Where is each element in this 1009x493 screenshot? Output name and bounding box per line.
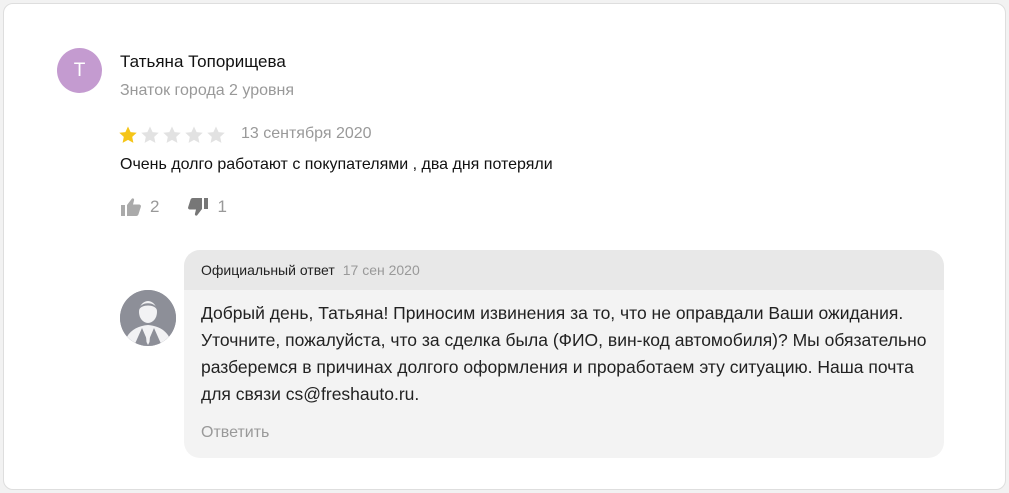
like-count: 2	[150, 197, 160, 216]
business-person-icon	[120, 290, 176, 346]
reply-button[interactable]: Ответить	[201, 424, 269, 442]
review-votes: 2 1	[120, 197, 255, 217]
star-icon	[118, 125, 138, 145]
star-icon	[206, 125, 226, 145]
author-avatar[interactable]: T	[57, 48, 102, 93]
star-icon	[184, 125, 204, 145]
company-avatar	[120, 290, 176, 346]
rating-stars	[118, 125, 228, 145]
official-reply-date: 17 сен 2020	[342, 262, 420, 278]
thumbs-up-icon	[121, 198, 141, 216]
thumbs-down-icon	[188, 198, 209, 216]
star-icon	[140, 125, 160, 145]
official-reply-text: Добрый день, Татьяна! Приносим извинения…	[201, 303, 927, 404]
official-reply-label: Официальный ответ	[201, 262, 335, 278]
author-level: Знаток города 2 уровня	[120, 82, 295, 99]
review-card: T Татьяна Топорищева Знаток города 2 уро…	[3, 3, 1006, 490]
like-button[interactable]: 2	[120, 197, 159, 217]
star-icon	[162, 125, 182, 145]
dislike-button[interactable]: 1	[187, 197, 227, 217]
official-reply: Официальный ответ 17 сен 2020 Добрый ден…	[184, 250, 944, 458]
author-name[interactable]: Татьяна Топорищева	[120, 52, 286, 72]
dislike-count: 1	[217, 197, 227, 216]
official-reply-header: Официальный ответ 17 сен 2020	[184, 250, 944, 290]
review-text: Очень долго работают с покупателями , дв…	[120, 156, 553, 173]
review-date: 13 сентября 2020	[241, 125, 372, 142]
